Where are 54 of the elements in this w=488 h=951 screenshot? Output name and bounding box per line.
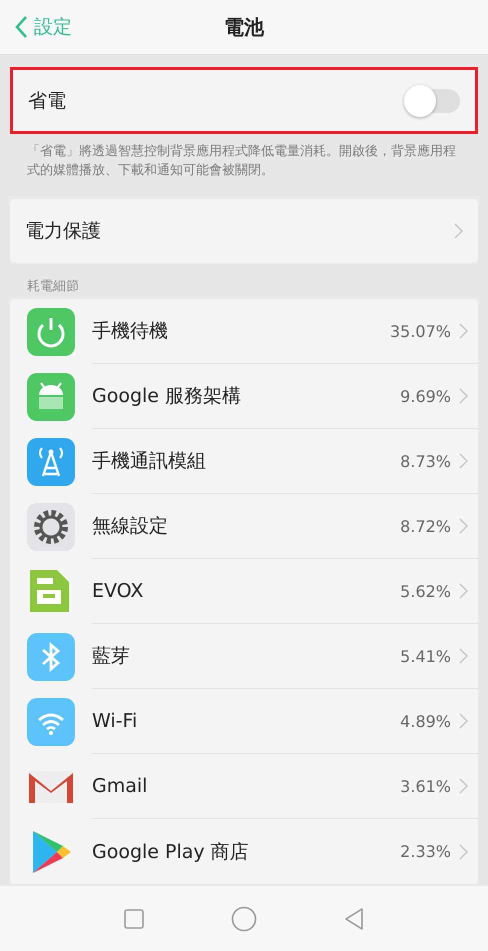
app-row[interactable]: 無線設定 8.72% [27,494,478,559]
row-label: 省電 [28,88,66,114]
app-name: 無線設定 [92,514,169,539]
power-protection-row[interactable]: 電力保護 [10,199,478,263]
app-row[interactable]: Google 服務架構 9.69% [27,364,478,429]
app-row[interactable]: 手機通訊模組 8.73% [27,429,478,494]
chevron-right-icon [459,453,468,469]
app-row[interactable]: Gmail 3.61% [27,754,478,819]
chevron-right-icon [459,518,468,534]
chevron-right-icon [459,583,468,599]
usage-percent: 5.41% [400,646,451,666]
chevron-right-icon [459,648,468,664]
triangle-icon[interactable] [343,906,365,930]
chevron-right-icon [459,778,468,794]
app-name: Google 服務架構 [92,384,242,409]
android-icon [27,372,75,420]
app-name: Google Play 商店 [92,840,250,864]
usage-percent: 8.72% [400,516,451,536]
bluetooth-icon [27,632,75,680]
app-name: 手機待機 [92,319,169,344]
section-title: 耗電細節 [26,278,80,296]
app-row[interactable]: 手機待機 35.07% [27,299,478,364]
app-name: 藍芽 [92,644,131,669]
wifi-icon [27,698,75,746]
chevron-right-icon [459,713,468,729]
chevron-right-icon [454,223,463,239]
app-name: Wi-Fi [92,710,138,732]
app-name: EVOX [92,580,144,602]
chevron-right-icon [459,323,468,339]
usage-percent: 8.73% [400,452,451,470]
antenna-icon [27,438,75,486]
square-icon[interactable] [123,908,145,930]
circle-icon[interactable] [231,906,257,932]
usage-percent: 2.33% [400,842,451,861]
app-row[interactable]: Wi-Fi 4.89% [27,689,478,754]
page-title: 電池 [224,14,264,40]
usage-percent: 5.62% [400,582,451,600]
usage-percent: 3.61% [400,776,451,796]
power-icon [27,308,75,356]
chevron-left-icon [14,15,28,39]
app-row[interactable]: 藍芽 5.41% [27,624,478,689]
chevron-right-icon [459,388,468,404]
description-text: 「省電」將透過智慧控制背景應用程式降低電量消耗。開啟後，背景應用程式的媒體播放、下載和通知可能會被關閉。 [26,143,457,180]
row-label: 電力保護 [25,219,101,244]
gear-icon [27,502,75,550]
usage-percent: 4.89% [400,712,451,730]
usage-percent: 35.07% [390,322,451,340]
app-name: Gmail [92,775,148,797]
power-saving-row[interactable]: 省電 [13,70,475,131]
app-row[interactable]: EVOX 5.62% [27,559,478,624]
usage-percent: 9.69% [400,386,451,406]
chevron-right-icon [459,844,468,860]
app-row[interactable]: Google Play 商店 2.33% [27,819,478,884]
app-name: 手機通訊模組 [92,449,207,474]
